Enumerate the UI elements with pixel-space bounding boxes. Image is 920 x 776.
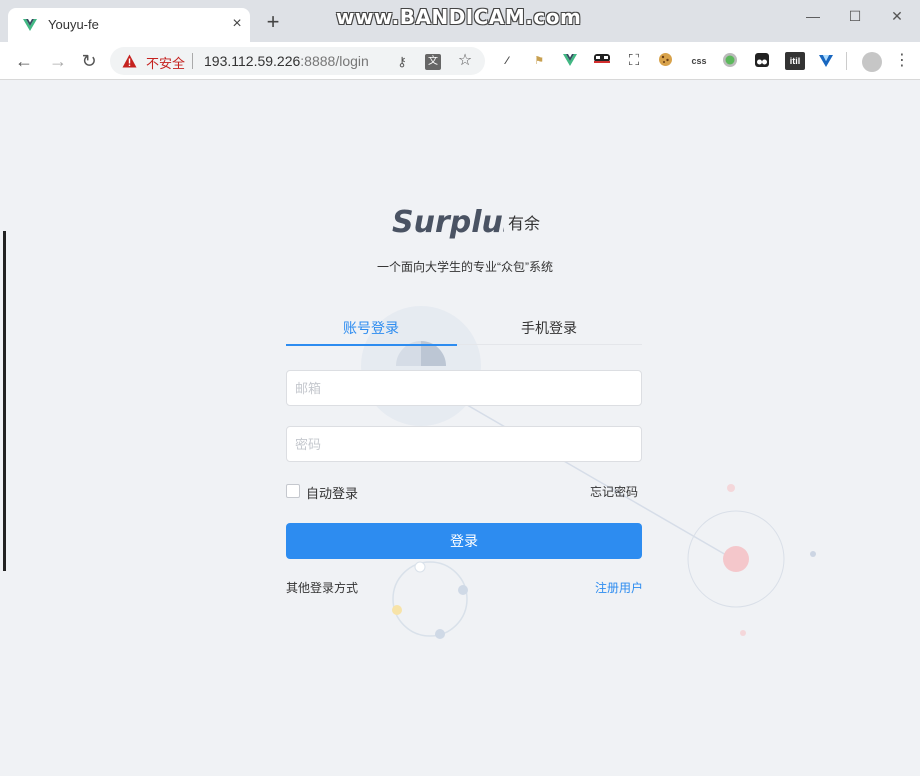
profile-avatar[interactable] [862,52,882,72]
screenshot-icon[interactable]: ⛶ [625,52,643,70]
url-text[interactable]: 193.112.59.226:8888/login [204,53,369,69]
bandicam-watermark: www.BANDICAM.com [336,5,582,29]
tab-title: Youyu-fe [48,17,99,32]
cookie-glyph [658,53,672,66]
forgot-password-link[interactable]: 忘记密码 [590,483,638,500]
mask-icon[interactable] [593,52,611,70]
tampermonkey-glyph [755,53,769,67]
auto-login-checkbox[interactable] [286,484,300,498]
css-icon[interactable]: css [688,52,710,70]
maximize-button[interactable]: ☐ [840,6,870,26]
translate-icon[interactable]: 文 [425,54,441,70]
omnibox-divider [192,53,193,69]
logo-suffix-text: 有余 [508,216,541,233]
back-button[interactable]: ← [13,50,35,72]
star-icon[interactable]: ☆ [457,53,473,69]
warning-icon [122,54,137,68]
close-window-button[interactable]: ✕ [882,6,912,26]
other-login-methods[interactable]: 其他登录方式 [286,579,358,596]
login-button[interactable]: 登录 [286,523,642,559]
tab-close-icon[interactable]: × [228,15,246,33]
url-path: :8888/login [300,53,369,69]
browser-titlebar: Youyu-fe × + www.BANDICAM.com — ☐ ✕ [0,0,920,42]
vue-devtools-glyph [563,54,577,66]
surplus-logo: Surplus [392,205,504,240]
browser-toolbar: ← → ↻ 不安全 193.112.59.226:8888/login ⚷ 文 … [0,42,920,80]
green-circle-glyph [723,53,737,67]
vue-devtools-icon[interactable] [561,52,579,70]
key-icon[interactable]: ⚷ [394,54,410,70]
minimize-button[interactable]: — [798,6,828,26]
itil-icon[interactable]: itil [785,52,805,70]
browser-tab[interactable]: Youyu-fe × [8,8,250,42]
forward-button[interactable]: → [47,50,69,72]
mask-glyph [594,54,610,63]
cookie-icon[interactable] [656,52,674,70]
email-field[interactable] [286,370,642,406]
new-tab-button[interactable]: + [262,11,284,33]
register-link[interactable]: 注册用户 [595,579,643,596]
browser-menu-icon[interactable]: ⋮ [894,50,910,72]
password-field[interactable] [286,426,642,462]
tab-account-login[interactable]: 账号登录 [286,311,456,345]
vuetify-icon[interactable] [817,52,835,70]
vuetify-glyph [819,55,833,67]
security-status[interactable]: 不安全 [146,53,185,72]
flag-icon[interactable]: ⚑ [530,52,548,70]
slogan: 一个面向大学生的专业“众包”系统 [377,260,553,274]
green-circle-icon[interactable] [721,52,739,70]
toolbar-divider [846,52,847,70]
login-page: Surplus 有余 一个面向大学生的专业“众包”系统 账号登录 手机登录 自动… [3,81,916,773]
url-host: 193.112.59.226 [204,53,301,69]
eyedropper-icon[interactable]: ⁄ [498,52,516,70]
active-tab-indicator [286,344,457,346]
vue-logo-icon [23,19,37,31]
login-tabs: 账号登录 手机登录 [286,311,642,346]
tampermonkey-icon[interactable] [753,52,771,70]
reload-button[interactable]: ↻ [78,50,100,72]
svg-text:Surplus: Surplus [392,205,504,240]
tab-phone-login[interactable]: 手机登录 [464,311,634,345]
auto-login-label[interactable]: 自动登录 [306,483,358,502]
